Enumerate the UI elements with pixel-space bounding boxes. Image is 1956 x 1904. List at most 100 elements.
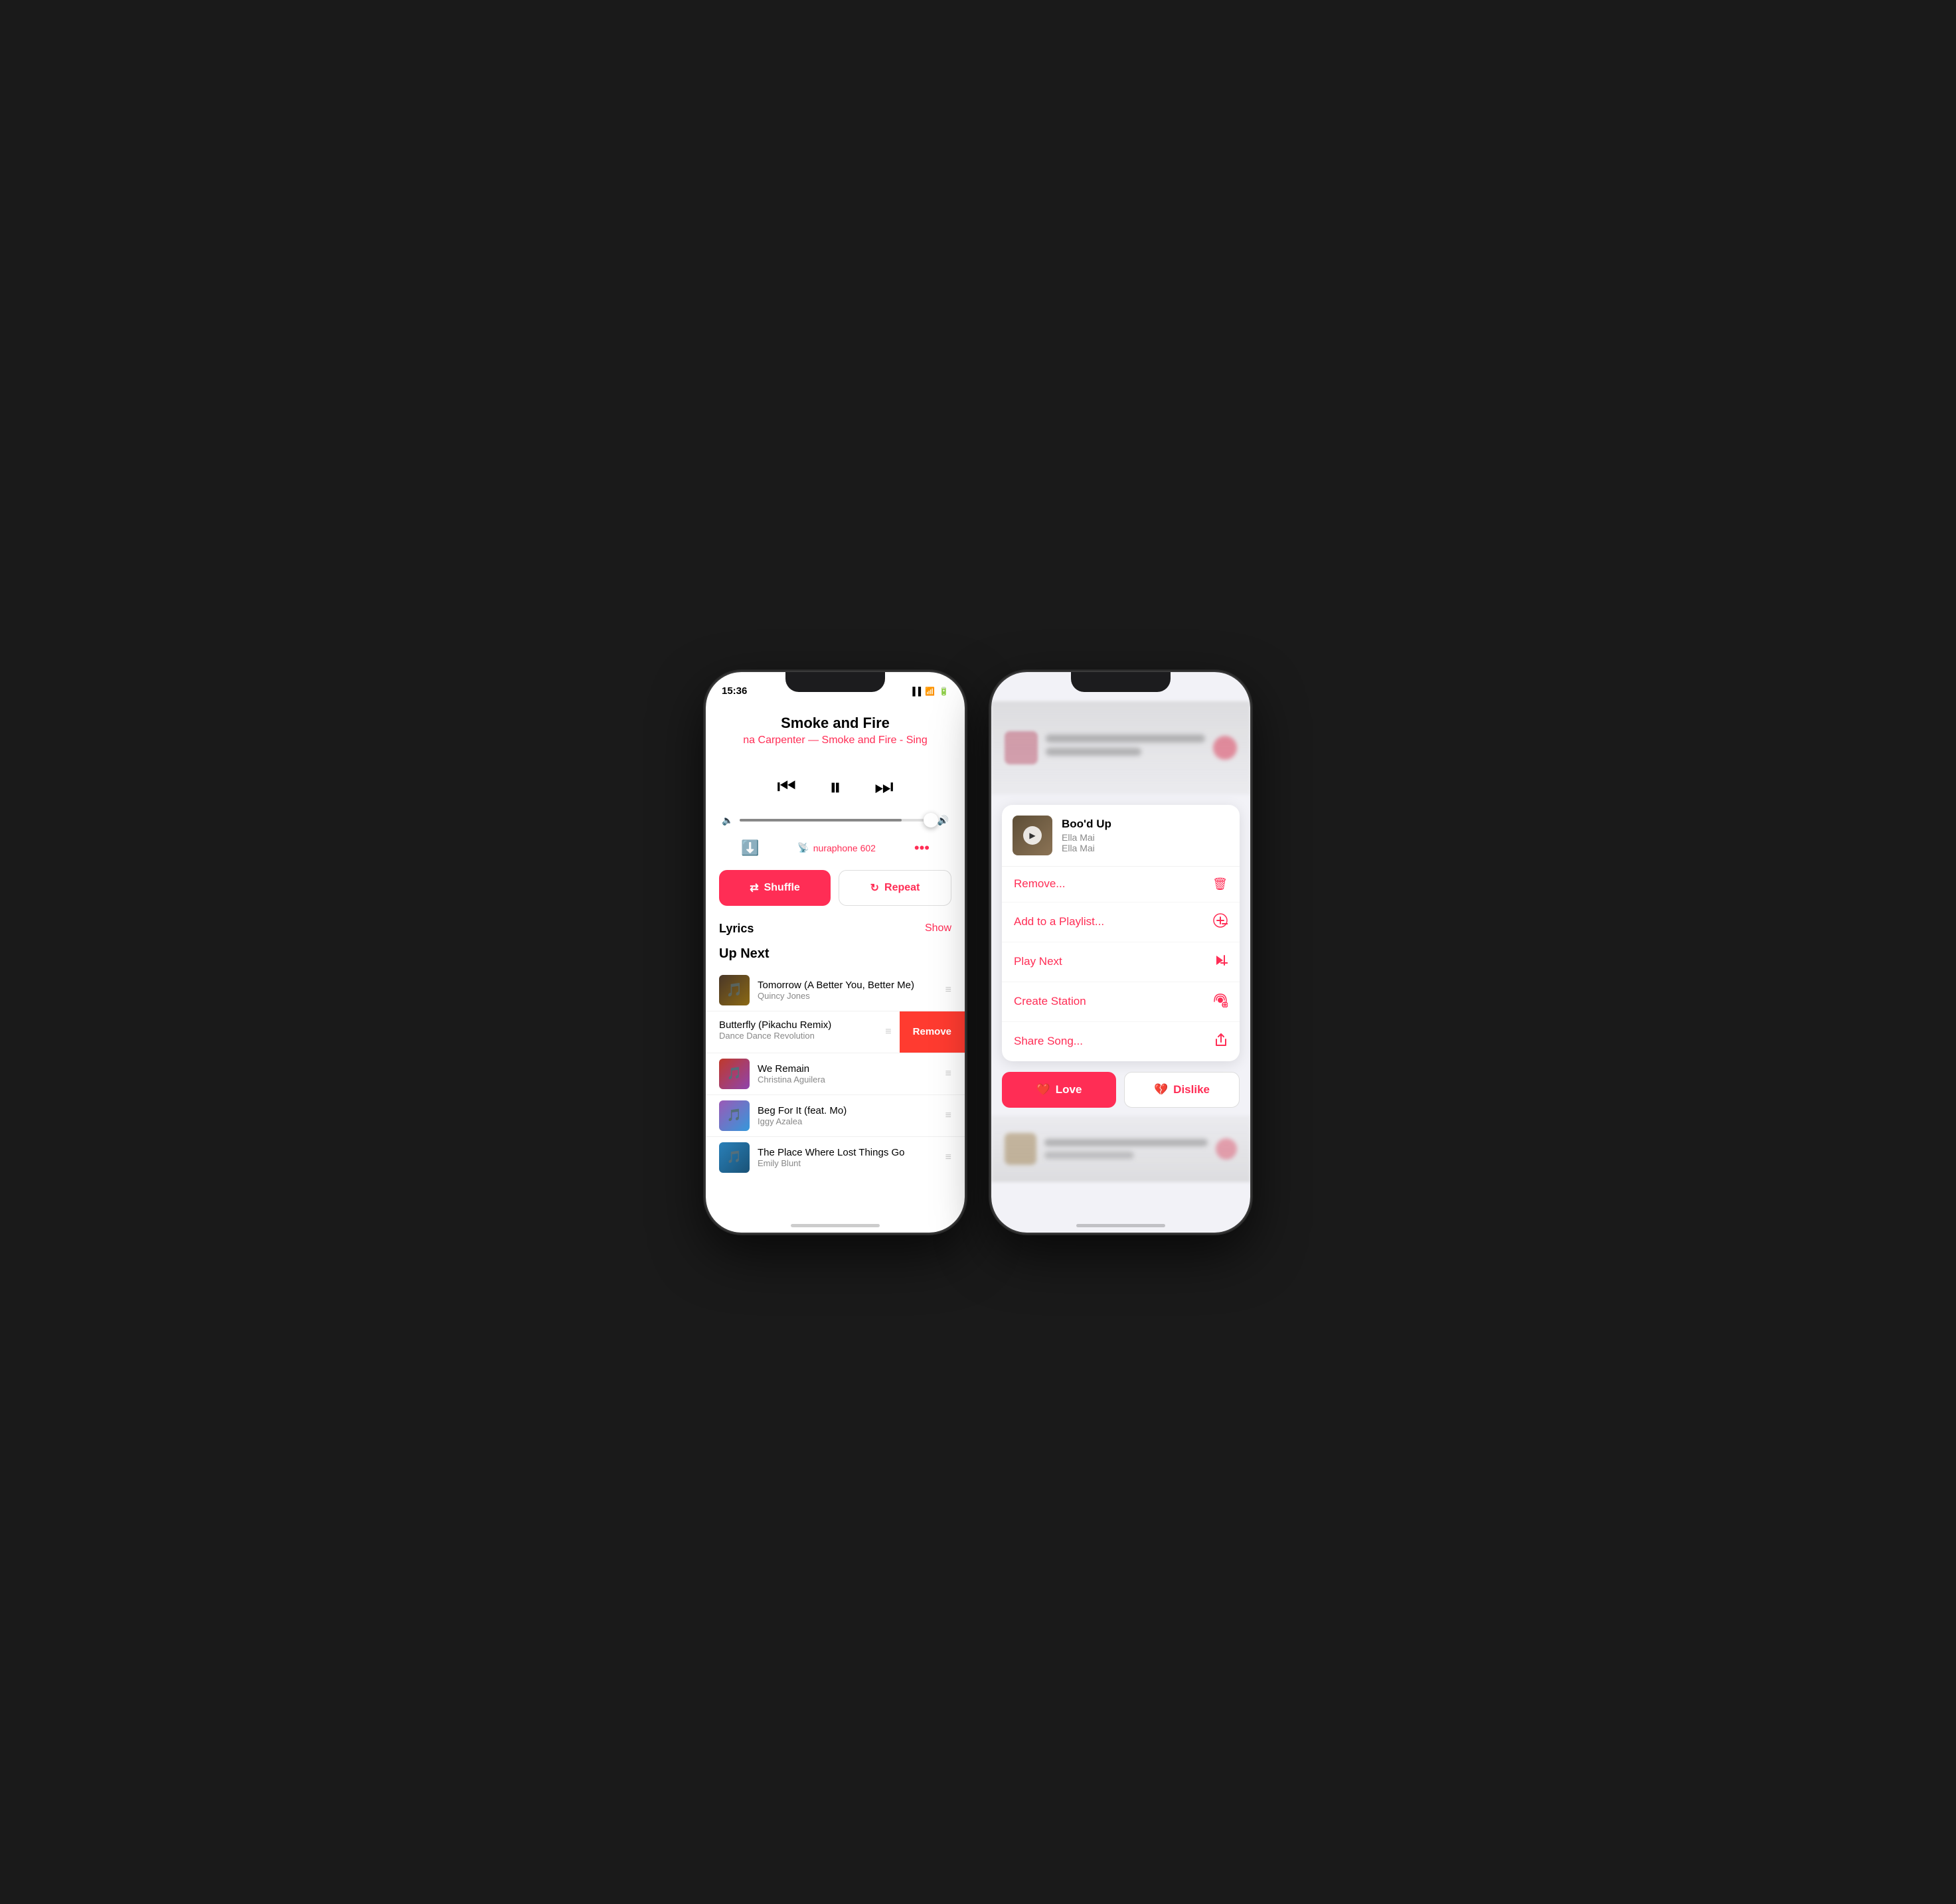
queue-item-artist: Christina Aguilera bbox=[758, 1075, 937, 1084]
queue-item-artist: Iggy Azalea bbox=[758, 1116, 937, 1126]
battery-icon: 🔋 bbox=[939, 687, 949, 696]
queue-item-info: We Remain Christina Aguilera bbox=[758, 1063, 937, 1084]
queue-item: 🎵 We Remain Christina Aguilera ≡ bbox=[706, 1053, 965, 1094]
phone2-screen: ▶ Boo'd Up Ella Mai Ella Mai Remove... 🗑… bbox=[991, 672, 1250, 1233]
blurred-action-dot bbox=[1213, 736, 1237, 760]
blurred-album-art bbox=[1005, 731, 1038, 764]
blurred-line-bottom-2 bbox=[1044, 1152, 1134, 1159]
album-art-iggy: 🎵 bbox=[719, 1100, 750, 1131]
volume-fill bbox=[740, 819, 902, 822]
queue-item-title: We Remain bbox=[758, 1063, 937, 1075]
menu-item-add-playlist[interactable]: Add to a Playlist... bbox=[1002, 903, 1240, 942]
player-controls: ⏮ ⏸ ⏭ bbox=[706, 766, 965, 815]
drag-handle-icon[interactable]: ≡ bbox=[885, 1018, 899, 1046]
blurred-background-bottom bbox=[991, 1116, 1250, 1182]
drag-handle-icon[interactable]: ≡ bbox=[945, 1110, 951, 1122]
love-dislike-row: ❤️ Love 💔 Dislike bbox=[991, 1072, 1250, 1108]
show-lyrics-button[interactable]: Show bbox=[925, 922, 951, 934]
status-icons: ▐▐ 📶 🔋 bbox=[910, 687, 949, 696]
album-art-quincy: 🎵 bbox=[719, 975, 750, 1005]
volume-row: 🔈 🔊 bbox=[706, 815, 965, 839]
heart-icon: ❤️ bbox=[1036, 1083, 1050, 1096]
ctx-song-title: Boo'd Up bbox=[1062, 818, 1229, 831]
queue-item-info: Beg For It (feat. Mo) Iggy Azalea bbox=[758, 1105, 937, 1126]
blurred-background-top bbox=[991, 701, 1250, 794]
queue-item-title: Butterfly (Pikachu Remix) bbox=[719, 1019, 872, 1031]
drag-handle-icon[interactable]: ≡ bbox=[945, 1152, 951, 1164]
rewind-button[interactable]: ⏮ bbox=[777, 774, 796, 800]
queue-item-title: Tomorrow (A Better You, Better Me) bbox=[758, 980, 937, 991]
volume-low-icon: 🔈 bbox=[722, 815, 733, 826]
add-playlist-icon bbox=[1213, 913, 1228, 931]
device-name-label: nuraphone 602 bbox=[813, 843, 876, 853]
airplay-icon: 📡 bbox=[797, 842, 809, 853]
device-name-row[interactable]: 📡 nuraphone 602 bbox=[797, 842, 876, 853]
queue-item-info: The Place Where Lost Things Go Emily Blu… bbox=[758, 1147, 937, 1168]
repeat-button[interactable]: ↻ Repeat bbox=[839, 870, 951, 906]
music-player-phone: 15:36 ▐▐ 📶 🔋 Smoke and Fire na Carpenter… bbox=[706, 672, 965, 1233]
queue-item-info: Tomorrow (A Better You, Better Me) Quinc… bbox=[758, 980, 937, 1001]
ctx-album-art: ▶ bbox=[1013, 816, 1052, 855]
drag-handle-icon[interactable]: ≡ bbox=[945, 1068, 951, 1080]
blurred-action-bottom bbox=[1216, 1138, 1237, 1160]
lyrics-label: Lyrics bbox=[719, 922, 754, 936]
share-song-label: Share Song... bbox=[1014, 1035, 1083, 1048]
menu-item-share[interactable]: Share Song... bbox=[1002, 1022, 1240, 1061]
dislike-icon: 💔 bbox=[1154, 1083, 1168, 1096]
more-options-icon[interactable]: ••• bbox=[914, 839, 930, 857]
album-art-emily: 🎵 bbox=[719, 1142, 750, 1173]
volume-thumb bbox=[924, 813, 938, 827]
track-title: Smoke and Fire bbox=[706, 701, 965, 735]
blurred-line-bottom-1 bbox=[1044, 1139, 1208, 1146]
fast-forward-button[interactable]: ⏭ bbox=[874, 774, 894, 800]
queue-item-title: The Place Where Lost Things Go bbox=[758, 1147, 937, 1158]
dislike-label: Dislike bbox=[1173, 1083, 1210, 1096]
remove-button[interactable]: Remove bbox=[900, 1011, 965, 1053]
queue-item: 🎵 Beg For It (feat. Mo) Iggy Azalea ≡ bbox=[706, 1095, 965, 1136]
create-station-label: Create Station bbox=[1014, 995, 1086, 1008]
play-overlay: ▶ bbox=[1023, 826, 1042, 845]
up-next-label: Up Next bbox=[706, 946, 965, 970]
queue-item-artist: Dance Dance Revolution bbox=[719, 1031, 872, 1041]
drag-handle-icon[interactable]: ≡ bbox=[945, 984, 951, 996]
shuffle-button[interactable]: ⇄ Shuffle bbox=[719, 870, 831, 906]
blurred-text bbox=[1046, 735, 1205, 761]
add-playlist-label: Add to a Playlist... bbox=[1014, 915, 1104, 928]
signal-icon: ▐▐ bbox=[910, 687, 921, 696]
status-time: 15:36 bbox=[722, 685, 747, 697]
love-button[interactable]: ❤️ Love bbox=[1002, 1072, 1116, 1108]
love-label: Love bbox=[1056, 1083, 1082, 1096]
album-art-we-remain: 🎵 bbox=[719, 1059, 750, 1089]
blurred-thumb-bottom bbox=[1005, 1133, 1036, 1165]
menu-item-play-next[interactable]: Play Next bbox=[1002, 942, 1240, 982]
player-content: Smoke and Fire na Carpenter — Smoke and … bbox=[706, 701, 965, 1233]
share-icon bbox=[1214, 1033, 1228, 1051]
download-icon[interactable]: ⬇️ bbox=[741, 839, 759, 857]
queue-list: 🎵 Tomorrow (A Better You, Better Me) Qui… bbox=[706, 970, 965, 1178]
shuffle-label: Shuffle bbox=[764, 882, 800, 894]
blurred-line-1 bbox=[1046, 735, 1205, 742]
blurred-line-2 bbox=[1046, 748, 1141, 756]
queue-item-artist: Quincy Jones bbox=[758, 991, 937, 1001]
ctx-song-header: ▶ Boo'd Up Ella Mai Ella Mai bbox=[1002, 805, 1240, 867]
menu-item-remove[interactable]: Remove... 🗑 bbox=[1002, 867, 1240, 903]
pause-button[interactable]: ⏸ bbox=[829, 773, 841, 802]
lyrics-row: Lyrics Show bbox=[706, 922, 965, 946]
volume-slider[interactable] bbox=[740, 819, 930, 822]
wifi-icon: 📶 bbox=[925, 687, 935, 696]
play-next-label: Play Next bbox=[1014, 955, 1062, 968]
action-row: ⬇️ 📡 nuraphone 602 ••• bbox=[706, 839, 965, 870]
notch bbox=[1071, 672, 1171, 692]
menu-item-create-station[interactable]: Create Station bbox=[1002, 982, 1240, 1022]
queue-item-swiped: Butterfly (Pikachu Remix) Dance Dance Re… bbox=[706, 1011, 965, 1053]
ctx-song-album: Ella Mai bbox=[1062, 832, 1229, 843]
volume-high-icon: 🔊 bbox=[937, 815, 949, 826]
create-station-icon bbox=[1213, 993, 1228, 1011]
shuffle-repeat-row: ⇄ Shuffle ↻ Repeat bbox=[706, 870, 965, 922]
repeat-icon: ↻ bbox=[870, 881, 879, 895]
remove-label: Remove... bbox=[1014, 877, 1065, 891]
phone1-screen: 15:36 ▐▐ 📶 🔋 Smoke and Fire na Carpenter… bbox=[706, 672, 965, 1233]
shuffle-icon: ⇄ bbox=[750, 881, 758, 895]
home-indicator bbox=[1076, 1224, 1165, 1227]
dislike-button[interactable]: 💔 Dislike bbox=[1124, 1072, 1240, 1108]
